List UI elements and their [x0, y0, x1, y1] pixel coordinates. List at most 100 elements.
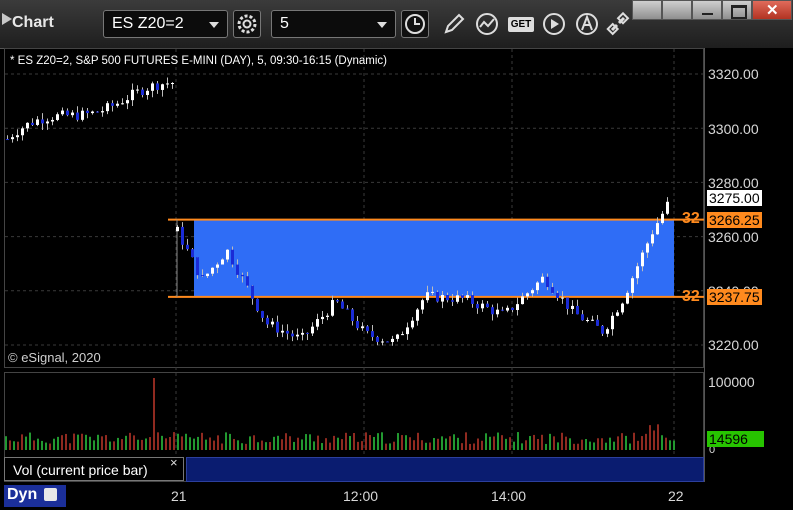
zone-low-price-label: 3237.75	[707, 289, 762, 305]
candle-body	[616, 312, 619, 316]
candle-body	[481, 303, 484, 309]
candle-body	[626, 292, 629, 304]
candle-body	[286, 330, 289, 334]
candle-body	[646, 243, 649, 253]
candle-body	[431, 291, 434, 293]
volume-study-label[interactable]: Vol (current price bar)	[4, 457, 184, 481]
time-label: 22	[668, 488, 684, 504]
zone-low-tag: 32	[682, 288, 700, 305]
candle-body	[491, 307, 494, 315]
copyright-text: © eSignal, 2020	[8, 350, 101, 365]
candle-body	[216, 264, 219, 268]
candle-body	[136, 89, 139, 91]
candle-body	[261, 311, 264, 318]
candle-body	[496, 309, 499, 315]
candle-body	[81, 110, 84, 120]
volume-current-label: 14596	[707, 431, 764, 447]
candle-body	[256, 298, 259, 312]
candle-body	[186, 244, 189, 250]
candle-body	[476, 303, 479, 309]
candle-body	[46, 121, 49, 124]
candle-body	[211, 267, 214, 274]
candle-body	[381, 341, 384, 343]
candle-body	[346, 308, 349, 310]
candle-body	[141, 89, 144, 96]
candle-body	[556, 292, 559, 298]
candle-body	[251, 285, 254, 299]
candle-body	[441, 294, 444, 302]
candle-body	[601, 325, 604, 334]
close-study-icon[interactable]: ×	[170, 455, 178, 470]
candle-body	[356, 321, 359, 329]
candle-body	[196, 257, 199, 276]
time-label: 14:00	[491, 488, 527, 504]
candle-body	[241, 274, 244, 277]
candle-body	[121, 103, 124, 105]
price-tick: 3260.00	[708, 229, 759, 245]
price-tick: 3280.00	[708, 175, 759, 191]
candle-body	[36, 119, 39, 125]
support-zone	[194, 219, 674, 297]
candle-body	[116, 103, 119, 106]
candle-body	[396, 334, 399, 339]
candle-body	[206, 273, 209, 277]
candle-body	[636, 266, 639, 279]
candle-body	[61, 110, 64, 115]
candle-body	[156, 83, 159, 90]
time-label: 21	[171, 488, 187, 504]
candle-body	[321, 316, 324, 320]
candle-body	[146, 90, 149, 96]
candle-body	[176, 226, 179, 232]
candle-body	[221, 259, 224, 265]
candle-body	[31, 122, 34, 125]
candle-body	[201, 275, 204, 277]
candle-body	[421, 300, 424, 310]
candle-body	[506, 307, 509, 311]
candle-body	[551, 287, 554, 293]
candle-body	[446, 294, 449, 301]
candle-body	[281, 330, 284, 333]
candle-body	[151, 83, 154, 91]
candle-body	[406, 327, 409, 335]
candle-body	[276, 321, 279, 333]
candle-body	[606, 329, 609, 334]
dynamic-mode-button[interactable]: Dyn	[4, 485, 66, 507]
candle-body	[466, 295, 469, 298]
candle-body	[91, 111, 94, 114]
candle-body	[26, 122, 29, 129]
candle-body	[361, 326, 364, 329]
candle-body	[531, 290, 534, 294]
candle-body	[411, 320, 414, 328]
candle-body	[11, 137, 14, 140]
candle-body	[236, 264, 239, 275]
candle-body	[426, 292, 429, 301]
dyn-label: Dyn	[7, 486, 38, 503]
candle-body	[621, 303, 624, 313]
candle-body	[166, 83, 169, 85]
candle-body	[296, 334, 299, 337]
candle-body	[131, 89, 134, 101]
candle-body	[101, 111, 104, 113]
candle-body	[436, 291, 439, 302]
candle-body	[316, 319, 319, 327]
zone-high-price-label: 3266.25	[707, 212, 762, 228]
candle-body	[6, 139, 9, 141]
price-tick: 3300.00	[708, 121, 759, 137]
candle-body	[656, 223, 659, 235]
candle-body	[521, 296, 524, 305]
candle-body	[71, 112, 74, 116]
chart-window: Chart ES Z20=2 5 GET ✕ * ES Z20=2, S&P 5…	[0, 0, 793, 510]
candle-body	[171, 83, 174, 85]
candle-body	[596, 319, 599, 326]
candle-body	[546, 276, 549, 288]
candle-body	[461, 295, 464, 298]
candle-body	[571, 305, 574, 309]
candle-body	[51, 119, 54, 122]
candle-body	[561, 297, 564, 299]
candle-body	[41, 119, 44, 124]
candle-body	[566, 297, 569, 309]
candle-body	[271, 321, 274, 325]
candle-body	[611, 315, 614, 330]
candle-body	[581, 314, 584, 321]
candle-body	[231, 249, 234, 265]
